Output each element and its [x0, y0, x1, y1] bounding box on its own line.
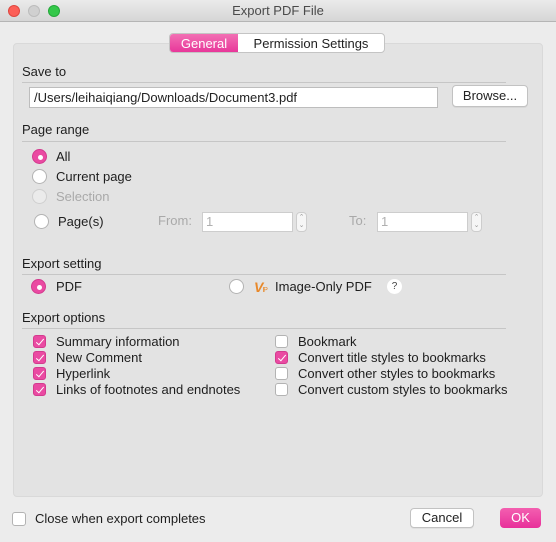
- tab-permission-settings[interactable]: Permission Settings: [238, 34, 384, 52]
- radio-pdf[interactable]: [31, 279, 46, 294]
- hyperlink-label: Hyperlink: [56, 366, 111, 381]
- tab-bar: General Permission Settings: [169, 33, 385, 53]
- checkbox-close-when-done[interactable]: [12, 512, 26, 526]
- divider: [22, 82, 506, 83]
- radio-pages-label: Page(s): [58, 214, 104, 229]
- radio-current-page-label: Current page: [56, 169, 132, 184]
- title-bar: Export PDF File: [0, 0, 556, 22]
- window-title: Export PDF File: [232, 3, 324, 18]
- save-path-input[interactable]: /Users/leihaiqiang/Downloads/Document3.p…: [29, 87, 438, 108]
- close-window-button[interactable]: [8, 5, 20, 17]
- checkbox-summary-information[interactable]: [33, 335, 46, 348]
- browse-button[interactable]: Browse...: [452, 85, 528, 107]
- radio-image-only-pdf-label: Image-Only PDF: [275, 279, 372, 294]
- radio-pdf-label: PDF: [56, 279, 82, 294]
- ok-button[interactable]: OK: [500, 508, 541, 528]
- divider: [22, 141, 506, 142]
- help-icon[interactable]: ?: [387, 279, 402, 294]
- save-to-heading: Save to: [22, 64, 67, 79]
- convert-title-styles-label: Convert title styles to bookmarks: [298, 350, 486, 365]
- radio-selection-label: Selection: [56, 189, 110, 204]
- bookmark-label: Bookmark: [298, 334, 357, 349]
- to-page-input[interactable]: 1: [377, 212, 468, 232]
- close-when-done-label: Close when export completes: [35, 511, 206, 526]
- radio-selection: [32, 189, 47, 204]
- divider: [22, 274, 506, 275]
- vip-icon: VIP: [254, 279, 268, 295]
- convert-other-styles-label: Convert other styles to bookmarks: [298, 366, 496, 381]
- to-page-stepper[interactable]: ⌃ ⌄: [471, 212, 482, 232]
- from-page-input[interactable]: 1: [202, 212, 293, 232]
- checkbox-hyperlink[interactable]: [33, 367, 46, 380]
- footnote-links-label: Links of footnotes and endnotes: [56, 382, 241, 397]
- from-label: From:: [158, 213, 192, 228]
- radio-pages[interactable]: [34, 214, 49, 229]
- page-range-heading: Page range: [22, 122, 90, 137]
- divider: [22, 328, 506, 329]
- maximize-window-button[interactable]: [48, 5, 60, 17]
- radio-all[interactable]: [32, 149, 47, 164]
- cancel-button[interactable]: Cancel: [410, 508, 474, 528]
- checkbox-convert-other-styles[interactable]: [275, 367, 288, 380]
- from-page-stepper[interactable]: ⌃ ⌄: [296, 212, 307, 232]
- checkbox-bookmark[interactable]: [275, 335, 288, 348]
- summary-information-label: Summary information: [56, 334, 180, 349]
- checkbox-footnote-links[interactable]: [33, 383, 46, 396]
- radio-current-page[interactable]: [32, 169, 47, 184]
- checkbox-new-comment[interactable]: [33, 351, 46, 364]
- export-setting-heading: Export setting: [22, 256, 102, 271]
- minimize-window-button[interactable]: [28, 5, 40, 17]
- checkbox-convert-custom-styles[interactable]: [275, 383, 288, 396]
- radio-all-label: All: [56, 149, 71, 164]
- convert-custom-styles-label: Convert custom styles to bookmarks: [298, 382, 508, 397]
- checkbox-convert-title-styles[interactable]: [275, 351, 288, 364]
- to-label: To:: [349, 213, 367, 228]
- radio-image-only-pdf[interactable]: [229, 279, 244, 294]
- export-pdf-dialog: Export PDF File General Permission Setti…: [0, 0, 556, 542]
- new-comment-label: New Comment: [56, 350, 142, 365]
- export-options-heading: Export options: [22, 310, 106, 325]
- tab-general[interactable]: General: [170, 34, 238, 52]
